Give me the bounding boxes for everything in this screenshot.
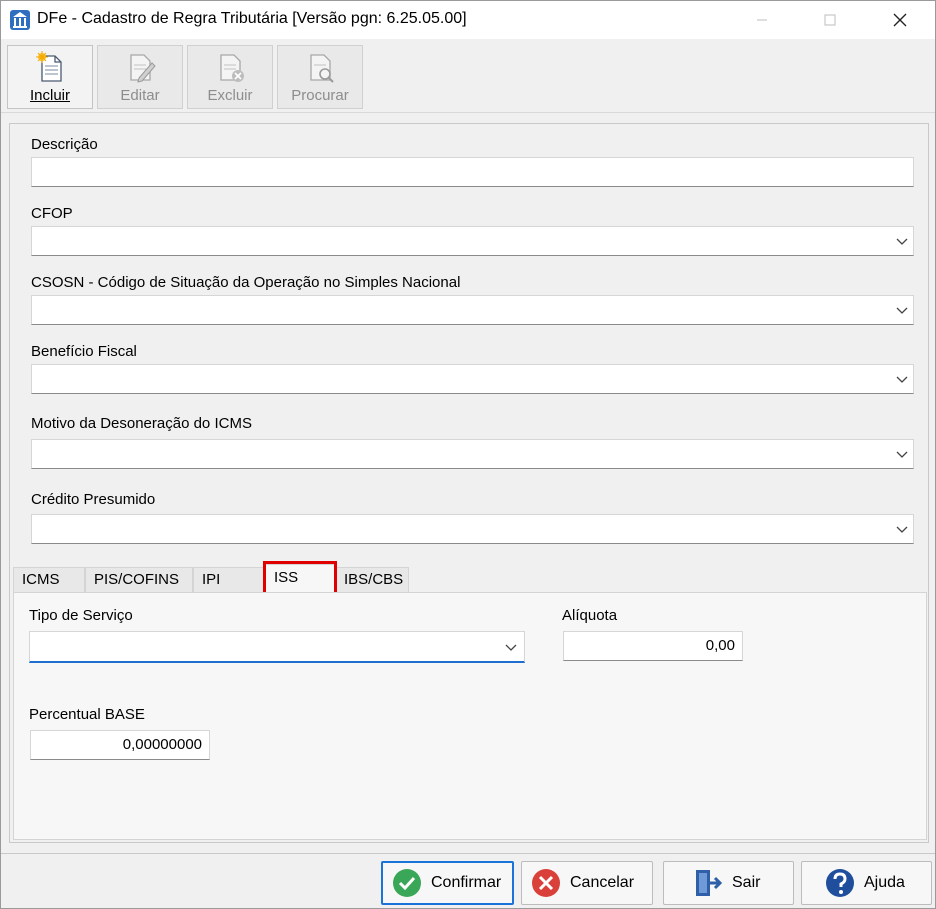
maximize-icon [824, 14, 836, 26]
toolbar: Incluir Editar Excluir Procurar [1, 39, 935, 113]
motivo-label: Motivo da Desoneração do ICMS [31, 415, 252, 432]
check-circle-icon [393, 869, 421, 897]
window-title: DFe - Cadastro de Regra Tributária [Vers… [37, 10, 467, 27]
tab-icms[interactable]: ICMS [13, 567, 85, 593]
cancelar-label: Cancelar [570, 874, 635, 891]
descricao-label: Descrição [31, 136, 98, 153]
aliquota-input[interactable]: 0,00 [563, 631, 743, 661]
csosn-select[interactable] [31, 295, 914, 325]
editar-label: Editar [120, 87, 160, 104]
descricao-input[interactable] [31, 157, 914, 187]
exit-door-icon [696, 870, 723, 896]
cancelar-button[interactable]: Cancelar [521, 861, 653, 905]
ajuda-button[interactable]: Ajuda [801, 861, 932, 905]
search-document-icon [310, 54, 334, 83]
minimize-icon [757, 19, 767, 21]
chevron-down-icon [896, 307, 908, 314]
credito-select[interactable] [31, 514, 914, 544]
percentual-base-input[interactable]: 0,00000000 [30, 730, 210, 760]
confirmar-label: Confirmar [431, 874, 502, 891]
incluir-button[interactable]: Incluir [7, 45, 93, 109]
aliquota-label: Alíquota [562, 607, 618, 624]
close-icon [893, 13, 907, 27]
cfop-label: CFOP [31, 205, 73, 222]
dialog-window: DFe - Cadastro de Regra Tributária [Vers… [0, 0, 936, 909]
chevron-down-icon [896, 376, 908, 383]
tax-tabs: ICMS PIS/COFINS IPI ISS IBS/CBS [13, 561, 927, 597]
tab-ibs-cbs[interactable]: IBS/CBS [335, 567, 409, 593]
tab-pis-cofins[interactable]: PIS/COFINS [85, 567, 193, 593]
tab-iss[interactable]: ISS [265, 564, 335, 594]
iss-tab-page: Tipo de Serviço Alíquota 0,00 Percentual… [13, 592, 927, 840]
app-icon [10, 10, 30, 30]
delete-document-icon [220, 54, 244, 82]
csosn-label: CSOSN - Código de Situação da Operação n… [31, 274, 461, 291]
maximize-button[interactable] [807, 1, 853, 39]
editar-button[interactable]: Editar [97, 45, 183, 109]
excluir-button[interactable]: Excluir [187, 45, 273, 109]
chevron-down-icon [896, 451, 908, 458]
confirmar-button[interactable]: Confirmar [381, 861, 514, 905]
sair-button[interactable]: Sair [663, 861, 794, 905]
sair-label: Sair [732, 874, 761, 891]
tipo-servico-label: Tipo de Serviço [29, 607, 133, 624]
minimize-button[interactable] [739, 1, 785, 39]
motivo-select[interactable] [31, 439, 914, 469]
ajuda-label: Ajuda [864, 874, 905, 891]
new-document-icon [36, 51, 62, 82]
chevron-down-icon [896, 238, 908, 245]
incluir-label: Incluir [29, 87, 70, 104]
chevron-down-icon [505, 644, 517, 651]
help-circle-icon [826, 869, 854, 897]
cancel-circle-icon [532, 869, 560, 897]
title-bar: DFe - Cadastro de Regra Tributária [Vers… [1, 1, 935, 39]
form-panel: Descrição CFOP CSOSN - Código de Situaçã… [9, 123, 929, 843]
beneficio-label: Benefício Fiscal [31, 343, 137, 360]
close-button[interactable] [877, 1, 923, 39]
credito-label: Crédito Presumido [31, 491, 156, 508]
tipo-servico-select[interactable] [29, 631, 525, 663]
excluir-label: Excluir [207, 87, 253, 104]
tab-ipi[interactable]: IPI [193, 567, 265, 593]
cfop-select[interactable] [31, 226, 914, 256]
procurar-button[interactable]: Procurar [277, 45, 363, 109]
edit-document-icon [130, 54, 156, 83]
procurar-label: Procurar [291, 87, 349, 104]
chevron-down-icon [896, 526, 908, 533]
percentual-base-label: Percentual BASE [29, 706, 145, 723]
footer-separator [1, 853, 935, 854]
beneficio-select[interactable] [31, 364, 914, 394]
